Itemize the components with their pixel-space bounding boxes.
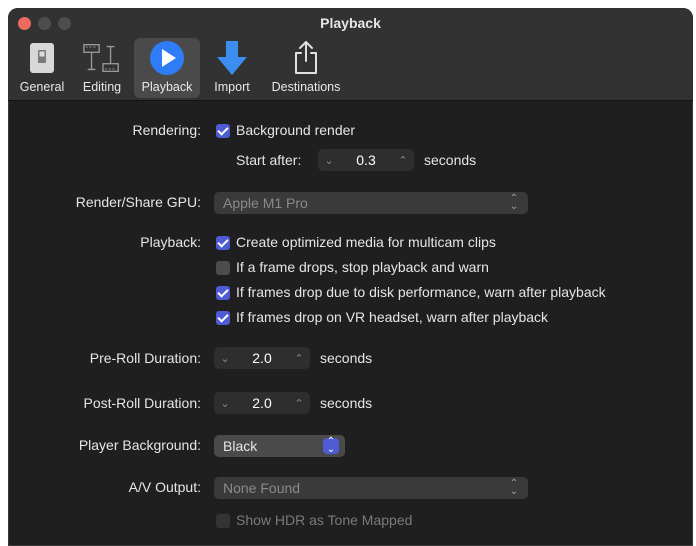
chevron-down-icon[interactable]: ⌄ — [214, 352, 236, 365]
preroll-stepper[interactable]: ⌄ 2.0 ⌃ — [214, 347, 310, 369]
film-strip-icon — [82, 38, 122, 78]
tab-import-label: Import — [214, 80, 250, 94]
av-output-value: None Found — [223, 480, 301, 496]
gpu-popup[interactable]: Apple M1 Pro ⌃ ⌄ — [214, 192, 528, 214]
rendering-label: Rendering: — [132, 122, 202, 138]
background-render-checkbox[interactable] — [216, 124, 230, 138]
hdr-tone-mapped-label: Show HDR as Tone Mapped — [236, 512, 413, 528]
tab-destinations-label: Destinations — [271, 80, 341, 94]
postroll-unit: seconds — [320, 395, 373, 411]
player-background-value: Black — [223, 438, 258, 454]
disk-performance-checkbox[interactable] — [216, 286, 230, 300]
optimized-media-label: Create optimized media for multicam clip… — [236, 234, 496, 250]
frame-drop-stop-label: If a frame drops, stop playback and warn — [236, 259, 489, 275]
tab-general-label: General — [19, 80, 65, 94]
preroll-label: Pre-Roll Duration: — [89, 350, 201, 366]
preroll-unit: seconds — [320, 350, 373, 366]
tab-destinations[interactable]: Destinations — [264, 38, 348, 98]
postroll-value[interactable]: 2.0 — [236, 395, 288, 411]
start-after-stepper[interactable]: ⌄ 0.3 ⌃ — [318, 149, 414, 171]
down-arrow-icon — [212, 38, 252, 78]
up-down-chevron-icon: ⌃ ⌄ — [323, 437, 339, 455]
postroll-stepper[interactable]: ⌄ 2.0 ⌃ — [214, 392, 310, 414]
start-after-unit: seconds — [424, 152, 477, 168]
tab-playback-label: Playback — [141, 80, 193, 94]
playback-label: Playback: — [140, 234, 201, 250]
toolbar: Playback General Editing Playback Import… — [8, 8, 693, 101]
av-output-popup[interactable]: None Found ⌃ ⌄ — [214, 477, 528, 499]
preferences-window: Playback General Editing Playback Import… — [8, 8, 693, 546]
vr-headset-checkbox[interactable] — [216, 311, 230, 325]
switch-icon — [22, 38, 62, 78]
av-output-label: A/V Output: — [128, 479, 201, 495]
chevron-up-icon[interactable]: ⌃ — [392, 154, 414, 167]
background-render-label: Background render — [236, 122, 356, 138]
chevron-down-icon[interactable]: ⌄ — [214, 397, 236, 410]
gpu-label: Render/Share GPU: — [75, 194, 201, 210]
up-down-chevron-icon: ⌃ ⌄ — [509, 478, 519, 497]
vr-headset-label: If frames drop on VR headset, warn after… — [236, 309, 549, 325]
chevron-up-icon[interactable]: ⌃ — [288, 352, 310, 365]
window-title: Playback — [320, 15, 381, 31]
chevron-down-icon[interactable]: ⌄ — [318, 154, 340, 167]
frame-drop-stop-checkbox[interactable] — [216, 261, 230, 275]
share-icon — [286, 38, 326, 78]
start-after-label: Start after: — [236, 152, 302, 168]
tab-general[interactable]: General — [14, 38, 70, 98]
play-icon — [147, 38, 187, 78]
chevron-up-icon[interactable]: ⌃ — [288, 397, 310, 410]
player-background-label: Player Background: — [78, 437, 201, 453]
postroll-label: Post-Roll Duration: — [83, 395, 202, 411]
gpu-popup-value: Apple M1 Pro — [223, 195, 308, 211]
hdr-tone-mapped-checkbox[interactable] — [216, 514, 230, 528]
tab-editing-label: Editing — [82, 80, 122, 94]
tab-import[interactable]: Import — [206, 38, 258, 98]
start-after-value[interactable]: 0.3 — [340, 152, 392, 168]
tab-editing[interactable]: Editing — [74, 38, 130, 98]
disk-performance-label: If frames drop due to disk performance, … — [236, 284, 606, 300]
optimized-media-checkbox[interactable] — [216, 236, 230, 250]
up-down-chevron-icon: ⌃ ⌄ — [509, 193, 519, 212]
tab-playback[interactable]: Playback — [134, 38, 200, 98]
preroll-value[interactable]: 2.0 — [236, 350, 288, 366]
player-background-popup[interactable]: Black ⌃ ⌄ — [214, 435, 345, 457]
